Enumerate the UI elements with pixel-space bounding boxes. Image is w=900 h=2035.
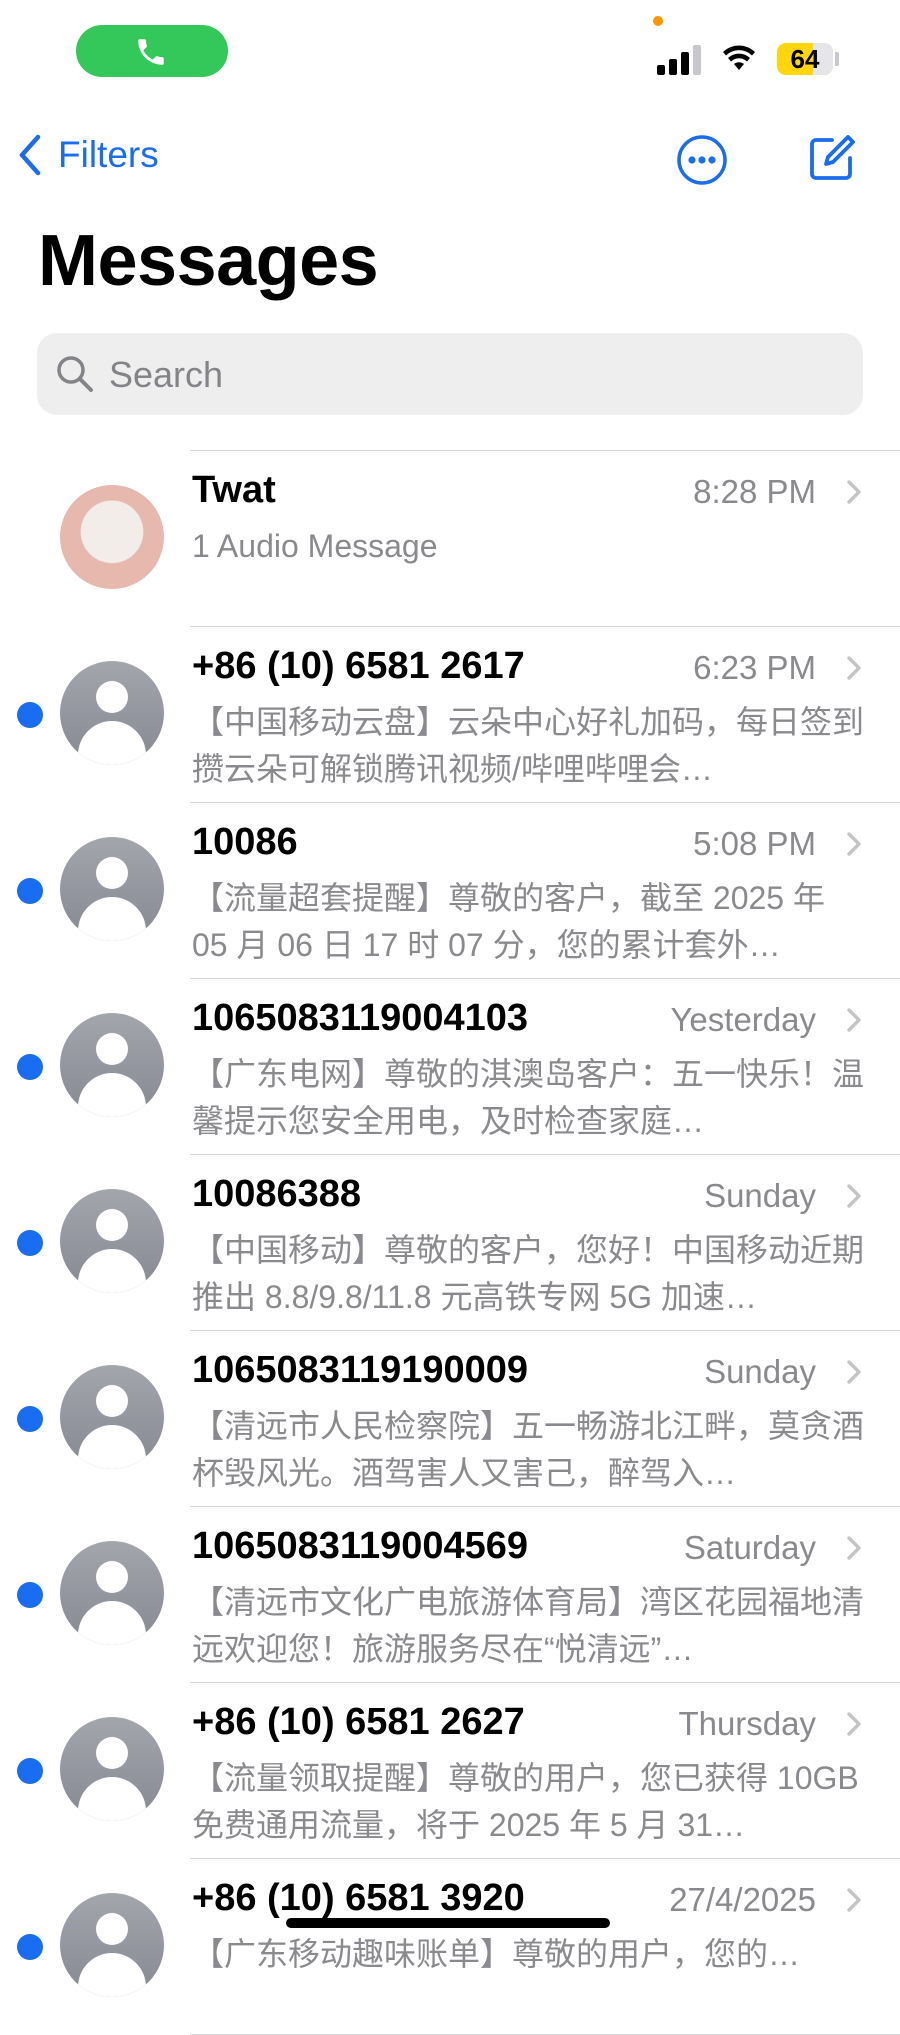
conversation-list: Twat 8:28 PM 1 Audio Message +86 (10) 65… <box>0 451 900 2035</box>
search-icon <box>57 356 93 392</box>
chevron-right-icon <box>847 656 861 680</box>
compose-button[interactable] <box>806 132 858 184</box>
status-bar: 64 <box>0 0 900 110</box>
message-preview: 1 Audio Message <box>192 528 438 564</box>
conversation-row[interactable]: Twat 8:28 PM 1 Audio Message <box>0 451 900 627</box>
person-icon <box>60 661 164 765</box>
unread-indicator <box>17 1934 43 1960</box>
message-preview: 【中国移动】尊敬的客户，您好！中国移动近期推出 8.8/9.8/11.8 元高铁… <box>192 1232 864 1315</box>
chevron-right-icon <box>847 1536 861 1560</box>
battery-icon: 64 <box>777 43 833 75</box>
unread-indicator <box>17 1582 43 1608</box>
sender-name: 10086388 <box>192 1173 362 1215</box>
message-preview: 【清远市文化广电旅游体育局】湾区花园福地清远欢迎您！旅游服务尽在“悦清远”… <box>192 1584 864 1667</box>
chevron-right-icon <box>847 1360 861 1384</box>
contact-photo-avatar <box>60 485 164 589</box>
sender-name: 1065083119190009 <box>192 1349 529 1391</box>
message-time: Yesterday <box>670 1001 816 1038</box>
sender-name: 10086 <box>192 821 298 863</box>
conversation-row[interactable]: 1065083119004103 Yesterday 【广东电网】尊敬的淇澳岛客… <box>0 979 900 1155</box>
battery-level: 64 <box>790 44 820 74</box>
message-preview: 【广东移动趣味账单】尊敬的用户，您的… <box>192 1936 801 1972</box>
search-input[interactable] <box>107 333 851 417</box>
home-indicator[interactable] <box>286 1918 610 1928</box>
message-preview: 【流量超套提醒】尊敬的客户，截至 2025 年 05 月 06 日 17 时 0… <box>192 880 825 963</box>
person-icon <box>60 837 164 941</box>
chevron-right-icon <box>847 832 861 856</box>
message-time: 5:08 PM <box>693 825 816 862</box>
page-title: Messages <box>38 221 379 301</box>
message-time: Sunday <box>704 1353 816 1390</box>
chevron-right-icon <box>847 1184 861 1208</box>
message-time: Thursday <box>678 1705 816 1742</box>
chevron-right-icon <box>847 1008 861 1032</box>
conversation-row[interactable]: +86 (10) 6581 2627 Thursday 【流量领取提醒】尊敬的用… <box>0 1683 900 1859</box>
person-icon <box>60 1013 164 1117</box>
message-preview: 【中国移动云盘】云朵中心好礼加码，每日签到攒云朵可解锁腾讯视频/哔哩哔哩会… <box>192 704 864 787</box>
search-bar[interactable] <box>37 333 863 417</box>
message-time: 8:28 PM <box>693 473 816 510</box>
unread-indicator <box>17 1758 43 1784</box>
cellular-signal-icon <box>657 45 705 75</box>
battery-cap <box>835 52 839 66</box>
message-preview: 【流量领取提醒】尊敬的用户，您已获得 10GB 免费通用流量，将于 2025 年… <box>192 1760 859 1843</box>
message-preview: 【清远市人民检察院】五一畅游北江畔，莫贪酒杯毁风光。酒驾害人又害己，醉驾入… <box>192 1408 864 1491</box>
person-icon <box>60 1365 164 1469</box>
chevron-right-icon <box>847 480 861 504</box>
unread-indicator <box>17 878 43 904</box>
person-icon <box>60 1893 164 1997</box>
sender-name: 1065083119004569 <box>192 1525 529 1567</box>
sender-name: +86 (10) 6581 2617 <box>192 645 525 687</box>
sender-name: Twat <box>192 469 276 511</box>
unread-indicator <box>17 1406 43 1432</box>
unread-indicator <box>17 1230 43 1256</box>
message-time: Saturday <box>683 1529 816 1566</box>
phone-icon <box>138 39 164 65</box>
active-call-pill[interactable] <box>76 25 228 77</box>
unread-indicator <box>17 1054 43 1080</box>
message-time: 27/4/2025 <box>669 1881 816 1918</box>
sender-name: 1065083119004103 <box>192 997 529 1039</box>
message-preview: 【广东电网】尊敬的淇澳岛客户：五一快乐！温馨提示您安全用电，及时检查家庭… <box>192 1056 864 1139</box>
filters-label: Filters <box>58 134 159 175</box>
person-icon <box>60 1541 164 1645</box>
message-time: Sunday <box>704 1177 816 1214</box>
unread-indicator <box>17 702 43 728</box>
sender-name: +86 (10) 6581 2627 <box>192 1701 525 1743</box>
conversation-row[interactable]: +86 (10) 6581 3920 27/4/2025 【广东移动趣味账单】尊… <box>0 1859 900 2035</box>
filters-back-button[interactable]: Filters <box>18 134 159 176</box>
conversation-row[interactable]: 10086 5:08 PM 【流量超套提醒】尊敬的客户，截至 2025 年 05… <box>0 803 900 979</box>
sender-name: +86 (10) 6581 3920 <box>192 1877 525 1919</box>
more-options-button[interactable] <box>676 134 728 186</box>
conversation-row[interactable]: 10086388 Sunday 【中国移动】尊敬的客户，您好！中国移动近期推出 … <box>0 1155 900 1331</box>
conversation-row[interactable]: 1065083119004569 Saturday 【清远市文化广电旅游体育局】… <box>0 1507 900 1683</box>
wifi-icon <box>723 45 755 70</box>
chevron-left-icon <box>19 134 41 176</box>
person-icon <box>60 1189 164 1293</box>
privacy-indicator-dot <box>653 16 663 26</box>
chevron-right-icon <box>847 1888 861 1912</box>
message-time: 6:23 PM <box>693 649 816 686</box>
chevron-right-icon <box>847 1712 861 1736</box>
conversation-row[interactable]: 1065083119190009 Sunday 【清远市人民检察院】五一畅游北江… <box>0 1331 900 1507</box>
conversation-row[interactable]: +86 (10) 6581 2617 6:23 PM 【中国移动云盘】云朵中心好… <box>0 627 900 803</box>
person-icon <box>60 1717 164 1821</box>
